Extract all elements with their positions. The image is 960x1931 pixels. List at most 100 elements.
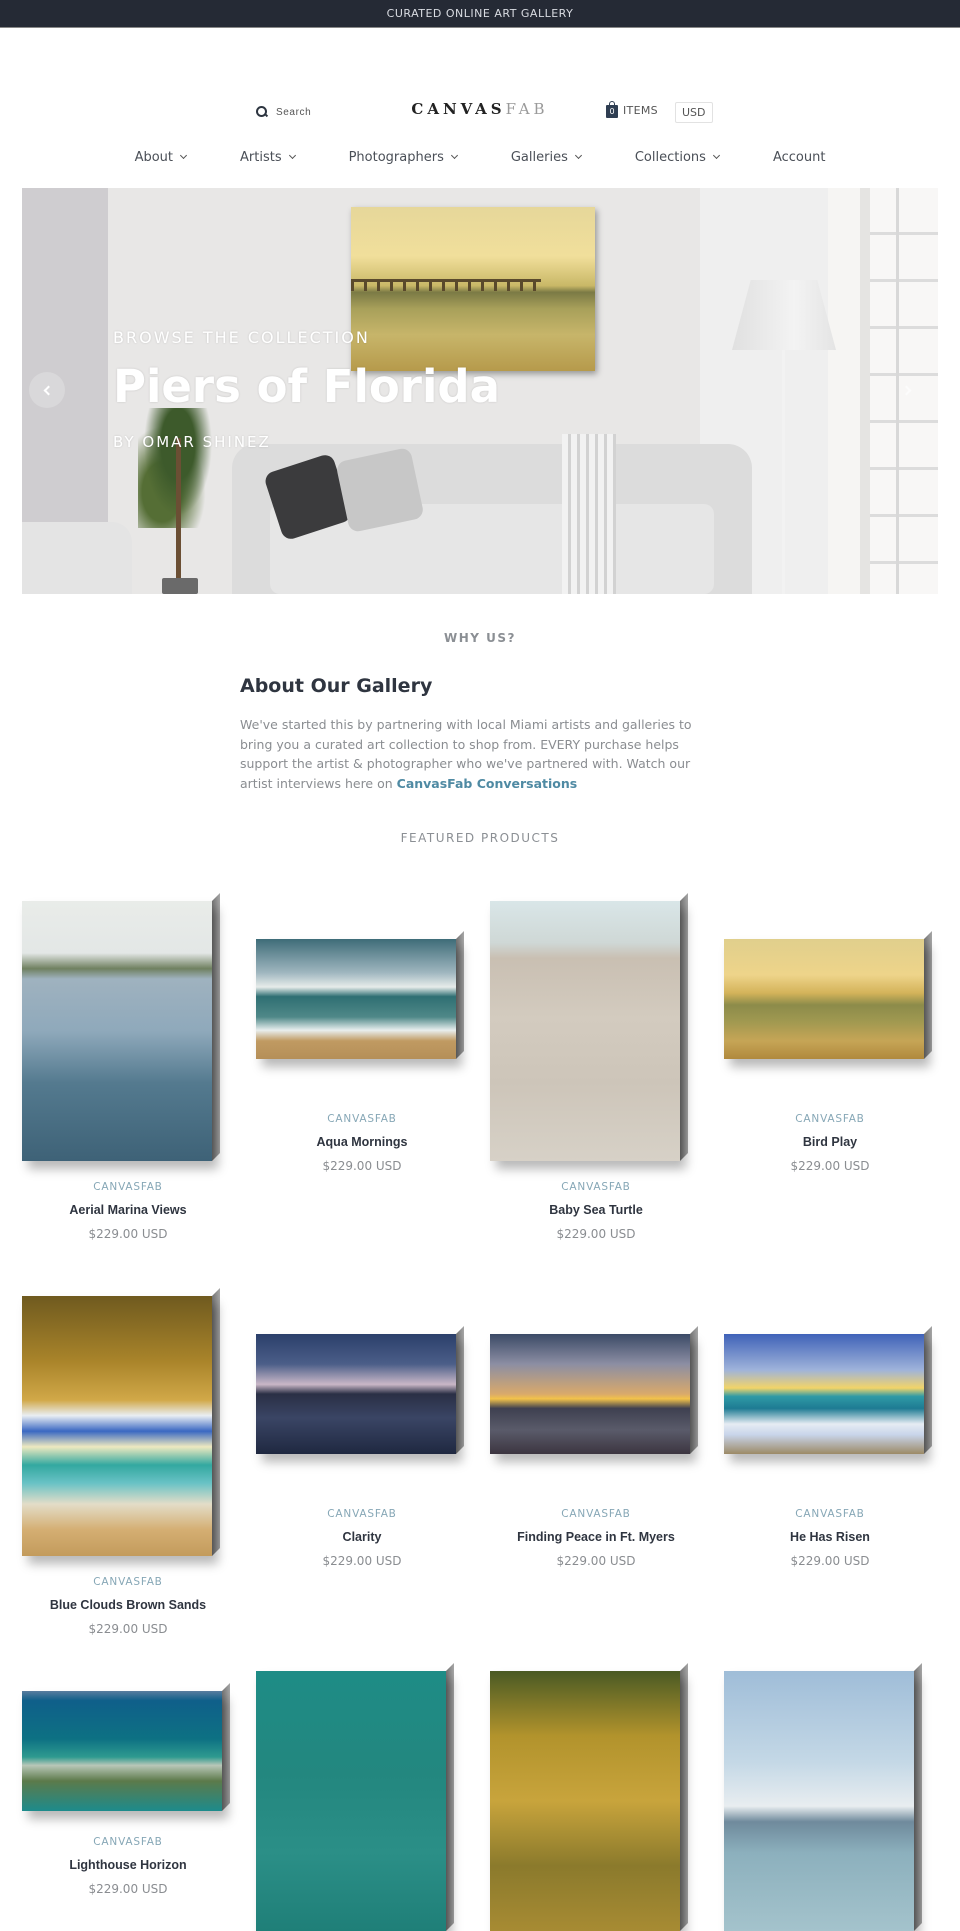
about-body: We've started this by partnering with lo…	[240, 715, 716, 793]
product-vendor: CANVASFAB	[561, 1508, 631, 1520]
hero-byline: BY OMAR SHINEZ	[113, 433, 271, 451]
nav-item-collections[interactable]: Collections	[608, 150, 746, 165]
product-image[interactable]	[490, 1334, 690, 1454]
pier-graphic	[351, 279, 541, 291]
shopping-bag-icon: 0	[606, 101, 618, 118]
nav-label: Collections	[634, 149, 706, 165]
product-vendor: CANVASFAB	[795, 1113, 865, 1125]
product-title[interactable]: Baby Sea Turtle	[490, 1203, 702, 1217]
lamp-shade-graphic	[732, 280, 836, 350]
chevron-down-icon	[450, 151, 458, 160]
hero-eyebrow: BROWSE THE COLLECTION	[113, 328, 370, 347]
currency-selector[interactable]: USD	[675, 102, 713, 123]
nav-label: Artists	[240, 149, 282, 165]
plant-pot	[162, 578, 198, 594]
announcement-bar: CURATED ONLINE ART GALLERY	[0, 0, 960, 28]
product-vendor: CANVASFAB	[795, 1508, 865, 1520]
hero-slideshow[interactable]: BROWSE THE COLLECTION Piers of Florida B…	[22, 188, 938, 594]
product-meta: CANVASFAB Aerial Marina Views $229.00 USD	[22, 1181, 234, 1241]
product-vendor: CANVASFAB	[93, 1576, 163, 1588]
nav-item-artists[interactable]: Artists	[213, 150, 322, 165]
product-price: $229.00 USD	[88, 1882, 168, 1896]
featured-products-heading: FEATURED PRODUCTS	[400, 831, 560, 845]
about-heading: About Our Gallery	[240, 675, 433, 697]
nav-item-about[interactable]: About	[108, 150, 213, 165]
product-title[interactable]: Finding Peace in Ft. Myers	[490, 1530, 702, 1544]
nav-label: About	[134, 149, 173, 165]
product-price: $229.00 USD	[88, 1622, 168, 1636]
chevron-left-icon	[43, 385, 54, 395]
sofa-graphic	[232, 434, 752, 594]
nav-label: Galleries	[510, 149, 568, 165]
product-image[interactable]	[256, 1334, 456, 1454]
logo-primary: CANVAS	[411, 100, 506, 118]
plant-trunk	[176, 438, 181, 588]
announcement-text: CURATED ONLINE ART GALLERY	[386, 7, 574, 20]
product-image[interactable]	[724, 1671, 914, 1931]
product-price: $229.00 USD	[556, 1227, 636, 1241]
product-title[interactable]: Bird Play	[724, 1135, 936, 1149]
slideshow-prev-button[interactable]	[29, 372, 65, 408]
product-price: $229.00 USD	[790, 1554, 870, 1568]
product-title[interactable]: He Has Risen	[724, 1530, 936, 1544]
about-section: About Our Gallery We've started this by …	[240, 675, 716, 793]
product-image[interactable]	[490, 901, 680, 1161]
product-title[interactable]: Lighthouse Horizon	[22, 1858, 234, 1872]
product-meta: CANVASFAB Bird Play $229.00 USD	[724, 1113, 936, 1173]
product-meta: CANVASFAB He Has Risen $229.00 USD	[724, 1508, 936, 1568]
nav-item-galleries[interactable]: Galleries	[484, 150, 608, 165]
product-grid: CANVASFAB Aerial Marina Views $229.00 USD C…	[0, 881, 960, 1931]
product-title[interactable]: Aerial Marina Views	[22, 1203, 234, 1217]
why-us-eyebrow: WHY US?	[444, 631, 516, 645]
product-meta: CANVASFAB Finding Peace in Ft. Myers $229.…	[490, 1508, 702, 1568]
product-image[interactable]	[256, 939, 456, 1059]
chevron-down-icon	[288, 151, 296, 160]
chevron-down-icon	[574, 151, 582, 160]
product-image[interactable]	[256, 1671, 446, 1931]
product-meta: CANVASFAB Lighthouse Horizon $229.00 USD	[22, 1836, 234, 1896]
product-meta: CANVASFAB Blue Clouds Brown Sands $229.00 …	[22, 1576, 234, 1636]
site-header: Search CANVASFAB 0 ITEMS USD	[0, 84, 960, 144]
product-vendor: CANVASFAB	[327, 1113, 397, 1125]
chevron-down-icon	[179, 151, 188, 160]
product-price: $229.00 USD	[322, 1159, 402, 1173]
product-price: $229.00 USD	[88, 1227, 168, 1241]
product-image[interactable]	[22, 1691, 222, 1811]
product-title[interactable]: Clarity	[256, 1530, 468, 1544]
nav-item-account[interactable]: Account	[746, 150, 853, 165]
product-image[interactable]	[724, 1334, 924, 1454]
nav-label: Photographers	[348, 149, 444, 165]
product-title[interactable]: Blue Clouds Brown Sands	[22, 1598, 234, 1612]
logo-secondary: FAB	[505, 100, 549, 118]
product-image[interactable]	[490, 1671, 680, 1931]
slideshow-next-button[interactable]	[890, 372, 926, 408]
hero-painting-image	[351, 207, 595, 371]
product-price: $229.00 USD	[322, 1554, 402, 1568]
armchair-graphic	[22, 522, 132, 594]
cart-label: ITEMS	[623, 103, 658, 117]
product-image[interactable]	[22, 1296, 212, 1556]
product-vendor: CANVASFAB	[561, 1181, 631, 1193]
hero-title[interactable]: Piers of Florida	[113, 360, 500, 413]
product-image[interactable]	[724, 939, 924, 1059]
product-image[interactable]	[22, 901, 212, 1161]
product-meta: CANVASFAB Clarity $229.00 USD	[256, 1508, 468, 1568]
site-logo[interactable]: CANVASFAB	[0, 100, 960, 118]
nav-label: Account	[772, 149, 826, 165]
product-vendor: CANVASFAB	[93, 1836, 163, 1848]
chevron-down-icon	[712, 151, 720, 160]
cart-link[interactable]: 0 ITEMS	[606, 101, 658, 118]
main-navigation: About Artists Photographers Galleries Co…	[0, 140, 960, 174]
product-meta: CANVASFAB Baby Sea Turtle $229.00 USD	[490, 1181, 702, 1241]
product-title[interactable]: Aqua Mornings	[256, 1135, 468, 1149]
product-price: $229.00 USD	[556, 1554, 636, 1568]
nav-item-photographers[interactable]: Photographers	[322, 150, 484, 165]
chevron-right-icon	[901, 385, 912, 395]
product-vendor: CANVASFAB	[327, 1508, 397, 1520]
product-price: $229.00 USD	[790, 1159, 870, 1173]
product-vendor: CANVASFAB	[93, 1181, 163, 1193]
throw-blanket-graphic	[562, 434, 616, 594]
pillow-graphic	[335, 446, 425, 534]
conversations-link[interactable]: CanvasFab Conversations	[397, 776, 578, 791]
lamp-pole-graphic	[782, 350, 785, 594]
